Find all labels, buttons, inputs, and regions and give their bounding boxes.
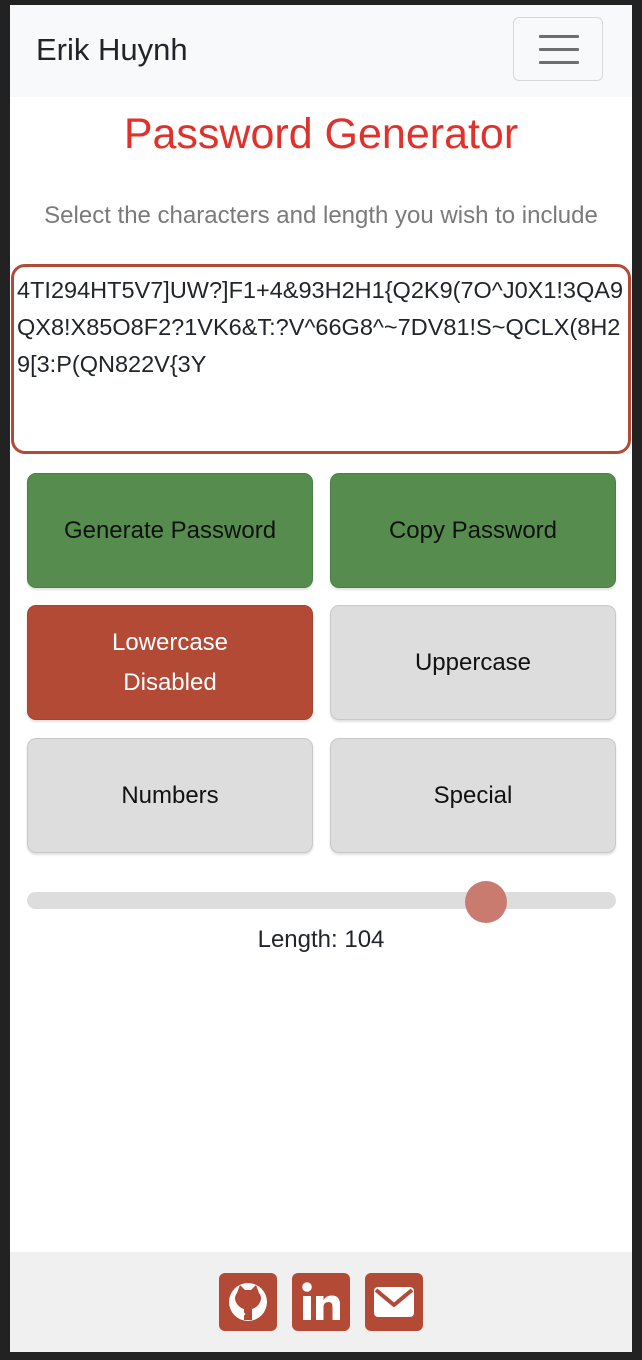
lowercase-status-label: Disabled: [123, 668, 217, 696]
page-title: Password Generator: [123, 110, 519, 158]
generate-password-button[interactable]: Generate Password: [27, 473, 313, 588]
numbers-label: Numbers: [121, 781, 219, 809]
footer: [10, 1252, 632, 1352]
length-label: Length:: [257, 926, 338, 953]
length-slider[interactable]: [27, 881, 616, 923]
length-value: 104: [344, 926, 385, 953]
password-output[interactable]: 4TI294HT5V7]UW?]F1+4&93H2H1{Q2K9(7O^J0X1…: [11, 264, 631, 454]
lowercase-label: Lowercase: [111, 628, 229, 656]
special-toggle-button[interactable]: Special: [330, 738, 616, 853]
page-subtitle: Select the characters and length you wis…: [44, 202, 598, 229]
app-viewport: Erik Huynh Password Generator Select the…: [10, 5, 632, 1352]
length-slider-thumb[interactable]: [465, 881, 507, 923]
navbar-toggler-button[interactable]: [513, 17, 603, 81]
copy-password-button[interactable]: Copy Password: [330, 473, 616, 588]
copy-password-label: Copy Password: [388, 516, 558, 544]
linkedin-link[interactable]: [292, 1273, 350, 1331]
numbers-toggle-button[interactable]: Numbers: [27, 738, 313, 853]
navbar-brand[interactable]: Erik Huynh: [36, 32, 188, 68]
uppercase-label: Uppercase: [414, 648, 532, 676]
email-icon: [374, 1287, 414, 1317]
github-link[interactable]: [219, 1273, 277, 1331]
email-link[interactable]: [365, 1273, 423, 1331]
linkedin-icon: [302, 1282, 340, 1320]
lowercase-toggle-button[interactable]: Lowercase Disabled: [27, 605, 313, 720]
uppercase-toggle-button[interactable]: Uppercase: [330, 605, 616, 720]
special-label: Special: [433, 781, 513, 809]
length-display: Length: 104: [10, 926, 632, 954]
navbar: Erik Huynh: [10, 5, 632, 97]
generate-password-label: Generate Password: [63, 516, 277, 544]
github-icon: [229, 1283, 267, 1321]
